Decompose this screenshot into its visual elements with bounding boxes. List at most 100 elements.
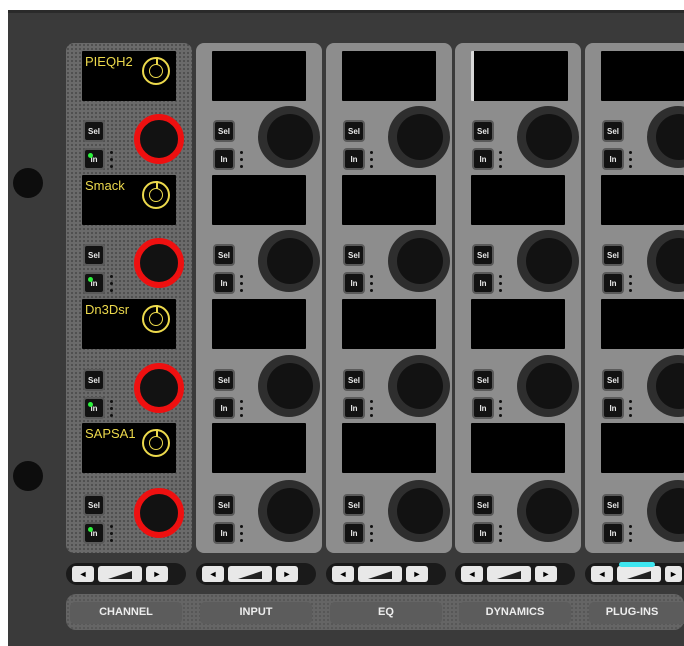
in-button[interactable]: In bbox=[472, 522, 494, 544]
in-button[interactable]: In bbox=[343, 272, 365, 294]
sel-button[interactable]: Sel bbox=[343, 120, 365, 142]
encoder-knob[interactable] bbox=[397, 363, 443, 409]
sel-button[interactable]: Sel bbox=[83, 369, 105, 391]
oled-display bbox=[342, 51, 436, 101]
in-button[interactable]: In bbox=[472, 272, 494, 294]
in-button[interactable]: In bbox=[83, 522, 105, 544]
encoder-knob[interactable] bbox=[397, 238, 443, 284]
section-label-plugins: PLUG-INS bbox=[605, 606, 659, 618]
sel-button[interactable]: Sel bbox=[83, 120, 105, 142]
ramp-button[interactable] bbox=[487, 566, 531, 582]
dots-icon bbox=[370, 275, 373, 296]
right-arrow-icon[interactable]: ► bbox=[146, 566, 168, 582]
oled-display bbox=[212, 423, 306, 473]
section-label-dynamics: DYNAMICS bbox=[485, 606, 545, 618]
sel-button[interactable]: Sel bbox=[472, 244, 494, 266]
sel-button[interactable]: Sel bbox=[602, 244, 624, 266]
sel-button[interactable]: Sel bbox=[213, 494, 235, 516]
in-button[interactable]: In bbox=[83, 397, 105, 419]
dots-icon bbox=[499, 151, 502, 172]
oled-display bbox=[212, 299, 306, 349]
left-arrow-icon[interactable]: ◄ bbox=[461, 566, 483, 582]
input-strip: Sel In Sel In Sel In Sel In bbox=[196, 43, 322, 553]
sel-button[interactable]: Sel bbox=[602, 494, 624, 516]
in-button[interactable]: In bbox=[602, 397, 624, 419]
in-button[interactable]: In bbox=[213, 522, 235, 544]
knob-indicator-icon bbox=[142, 181, 170, 209]
encoder-knob-active[interactable] bbox=[134, 363, 184, 413]
right-arrow-icon[interactable]: ► bbox=[665, 566, 682, 582]
encoder-knob-active[interactable] bbox=[134, 488, 184, 538]
right-arrow-icon[interactable]: ► bbox=[276, 566, 298, 582]
ramp-icon bbox=[627, 571, 651, 579]
sel-button[interactable]: Sel bbox=[602, 120, 624, 142]
ramp-button[interactable] bbox=[228, 566, 272, 582]
encoder-knob[interactable] bbox=[267, 114, 313, 160]
sel-button[interactable]: Sel bbox=[602, 369, 624, 391]
sel-button[interactable]: Sel bbox=[472, 494, 494, 516]
in-button[interactable]: In bbox=[213, 397, 235, 419]
led-on-icon bbox=[88, 402, 93, 407]
encoder-knob[interactable] bbox=[267, 238, 313, 284]
sel-button[interactable]: Sel bbox=[343, 494, 365, 516]
oled-display bbox=[471, 423, 565, 473]
led-on-icon bbox=[88, 527, 93, 532]
left-arrow-icon[interactable]: ◄ bbox=[332, 566, 354, 582]
oled-display bbox=[601, 51, 684, 101]
dots-icon bbox=[110, 400, 113, 421]
in-button[interactable]: In bbox=[343, 397, 365, 419]
encoder-knob[interactable] bbox=[397, 488, 443, 534]
encoder-knob[interactable] bbox=[397, 114, 443, 160]
sel-button[interactable]: Sel bbox=[213, 120, 235, 142]
in-button[interactable]: In bbox=[343, 148, 365, 170]
in-button[interactable]: In bbox=[472, 397, 494, 419]
sel-button[interactable]: Sel bbox=[343, 369, 365, 391]
in-button[interactable]: In bbox=[343, 522, 365, 544]
encoder-knob[interactable] bbox=[526, 114, 572, 160]
in-button[interactable]: In bbox=[83, 148, 105, 170]
sel-button[interactable]: Sel bbox=[472, 120, 494, 142]
in-button[interactable]: In bbox=[602, 148, 624, 170]
oled-display-3: Dn3Dsr bbox=[82, 299, 176, 349]
in-button[interactable]: In bbox=[602, 272, 624, 294]
dots-icon bbox=[240, 151, 243, 172]
encoder-knob[interactable] bbox=[526, 238, 572, 284]
in-button[interactable]: In bbox=[83, 272, 105, 294]
in-button[interactable]: In bbox=[213, 272, 235, 294]
sel-button[interactable]: Sel bbox=[472, 369, 494, 391]
dots-icon bbox=[370, 400, 373, 421]
encoder-knob[interactable] bbox=[267, 363, 313, 409]
left-arrow-icon[interactable]: ◄ bbox=[72, 566, 94, 582]
encoder-knob[interactable] bbox=[526, 363, 572, 409]
rack-edge bbox=[0, 0, 8, 646]
in-button[interactable]: In bbox=[472, 148, 494, 170]
nav-group-input: ◄ ► bbox=[196, 563, 316, 585]
ramp-button[interactable] bbox=[358, 566, 402, 582]
sel-button[interactable]: Sel bbox=[83, 494, 105, 516]
encoder-knob[interactable] bbox=[267, 488, 313, 534]
left-arrow-icon[interactable]: ◄ bbox=[591, 566, 613, 582]
sel-button[interactable]: Sel bbox=[213, 369, 235, 391]
oled-display bbox=[601, 423, 684, 473]
encoder-knob-active[interactable] bbox=[134, 238, 184, 288]
ramp-button-active[interactable] bbox=[617, 562, 661, 582]
in-button[interactable]: In bbox=[602, 522, 624, 544]
sel-button[interactable]: Sel bbox=[343, 244, 365, 266]
dots-icon bbox=[629, 275, 632, 296]
ramp-button[interactable] bbox=[98, 566, 142, 582]
in-button[interactable]: In bbox=[213, 148, 235, 170]
right-arrow-icon[interactable]: ► bbox=[535, 566, 557, 582]
sel-button[interactable]: Sel bbox=[213, 244, 235, 266]
dots-icon bbox=[499, 400, 502, 421]
nav-group-channel: ◄ ► bbox=[66, 563, 186, 585]
right-arrow-icon[interactable]: ► bbox=[406, 566, 428, 582]
dots-icon bbox=[240, 400, 243, 421]
sel-button[interactable]: Sel bbox=[83, 244, 105, 266]
panel-top-edge bbox=[8, 10, 684, 13]
oled-display-1: PIEQH2 bbox=[82, 51, 176, 101]
encoder-knob[interactable] bbox=[526, 488, 572, 534]
dots-icon bbox=[110, 151, 113, 172]
encoder-knob-active[interactable] bbox=[134, 114, 184, 164]
section-label-input: INPUT bbox=[239, 606, 273, 618]
left-arrow-icon[interactable]: ◄ bbox=[202, 566, 224, 582]
